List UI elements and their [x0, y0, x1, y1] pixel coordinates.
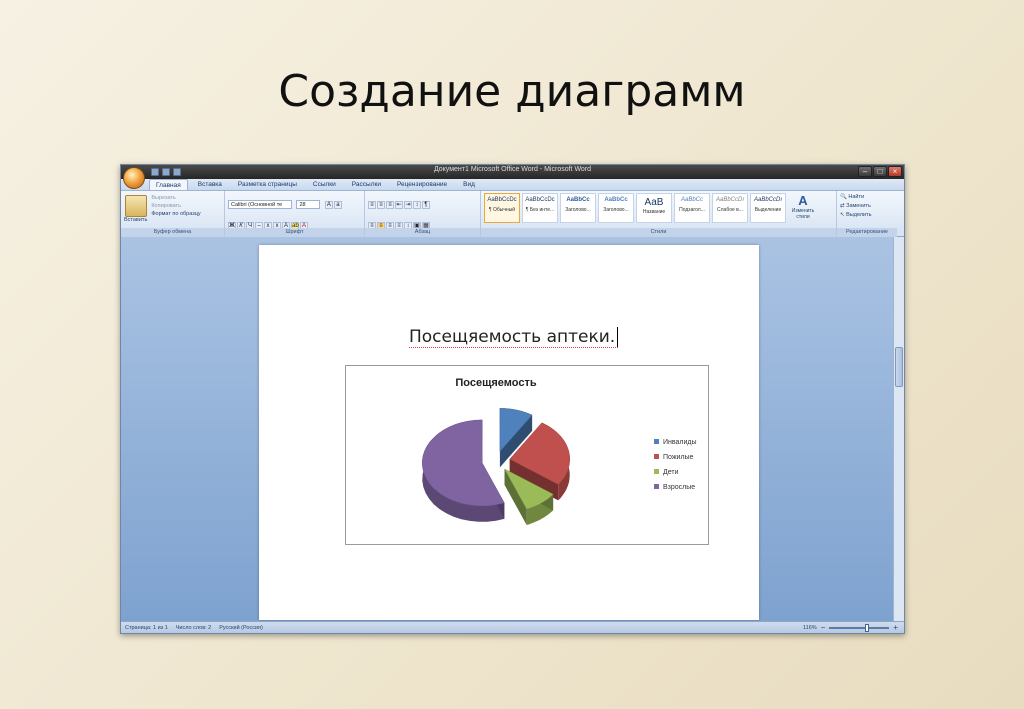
replace-button[interactable]: ⇄ Заменить: [840, 203, 894, 209]
pie-chart[interactable]: Посещяемость Инвалиды Пожилые Дети Взрослые: [345, 365, 709, 545]
style-heading-1[interactable]: AaBbCc Заголово...: [560, 193, 596, 223]
ribbon: Вставить Вырезать Копировать Формат по о…: [121, 191, 904, 237]
font-size-field[interactable]: 28: [296, 200, 321, 209]
zoom-slider[interactable]: [829, 623, 890, 632]
change-styles-icon: A: [798, 193, 808, 208]
chart-svg: Посещяемость Инвалиды Пожилые Дети Взрослые: [422, 377, 697, 525]
style-heading-2[interactable]: AaBbCc Заголово...: [598, 193, 634, 223]
tab-references[interactable]: Ссылки: [307, 179, 342, 190]
zoom-out-icon[interactable]: −: [821, 623, 826, 632]
ribbon-tabs: Главная Вставка Разметка страницы Ссылки…: [121, 179, 904, 191]
tab-mailings[interactable]: Рассылки: [346, 179, 387, 190]
tab-page-layout[interactable]: Разметка страницы: [232, 179, 303, 190]
zoom-control: 116% − +: [803, 623, 898, 632]
window-title: Документ1 Microsoft Office Word - Micros…: [433, 166, 592, 173]
grow-font-icon[interactable]: A: [324, 201, 333, 209]
style-subtle-emphasis[interactable]: AaBbCcDı Слабое в...: [712, 193, 748, 223]
style-subtitle[interactable]: AaBbCc Подзагол...: [674, 193, 710, 223]
legend-swatch-0: [654, 439, 659, 444]
tab-insert[interactable]: Вставка: [192, 179, 228, 190]
font-name-field[interactable]: Calibri (Основной те: [228, 200, 292, 209]
title-bar: Документ1 Microsoft Office Word - Micros…: [121, 165, 904, 179]
zoom-level[interactable]: 116%: [803, 625, 817, 631]
legend-label-3: Взрослые: [663, 484, 695, 491]
document-page[interactable]: Посещяемость аптеки. Посещяемость Инвалид…: [259, 245, 759, 620]
styles-group-label: Стили: [481, 228, 836, 237]
chart-title: Посещяемость: [455, 377, 536, 389]
style-emphasis[interactable]: AaBbCcDı Выделение: [750, 193, 786, 223]
minimize-button[interactable]: –: [858, 166, 872, 177]
format-painter-button[interactable]: Формат по образцу: [151, 211, 200, 217]
zoom-slider-knob[interactable]: [865, 623, 870, 632]
legend-label-1: Пожилые: [663, 454, 694, 461]
sort-icon[interactable]: ↕: [413, 201, 421, 209]
paste-icon[interactable]: [124, 195, 147, 217]
bullets-icon[interactable]: ≡: [368, 201, 376, 209]
style-no-spacing[interactable]: AaBbCcDc ¶ Без инте...: [522, 193, 558, 223]
status-bar: Страница: 1 из 1 Число слов: 2 Русский (…: [121, 621, 904, 633]
legend-swatch-2: [654, 469, 659, 474]
find-button[interactable]: 🔍 Найти: [840, 194, 894, 200]
legend-label-2: Дети: [663, 469, 679, 476]
multilevel-list-icon[interactable]: ≡: [386, 201, 394, 209]
zoom-in-icon[interactable]: +: [893, 623, 898, 632]
legend-swatch-1: [654, 454, 659, 459]
copy-button[interactable]: Копировать: [151, 203, 200, 209]
office-button[interactable]: [123, 167, 145, 189]
paste-button[interactable]: Вставить: [124, 217, 147, 223]
vertical-scrollbar[interactable]: [893, 237, 904, 622]
clipboard-group-label: Буфер обмена: [121, 228, 224, 237]
document-heading[interactable]: Посещяемость аптеки.: [409, 327, 619, 348]
slide-title: Создание диаграмм: [278, 66, 746, 117]
legend-swatch-3: [654, 484, 659, 489]
editing-group: 🔍 Найти ⇄ Заменить ↖ Выделить Редактиров…: [837, 191, 897, 237]
styles-group: AaBbCcDc ¶ Обычный AaBbCcDc ¶ Без инте... …: [481, 191, 837, 237]
cut-button[interactable]: Вырезать: [151, 195, 200, 201]
status-page[interactable]: Страница: 1 из 1: [125, 625, 168, 631]
font-group-label: Шрифт: [225, 228, 364, 237]
text-cursor: [617, 327, 619, 347]
tab-review[interactable]: Рецензирование: [391, 179, 453, 190]
change-styles-button[interactable]: A Изменить стили: [788, 193, 818, 220]
tab-view[interactable]: Вид: [457, 179, 481, 190]
editing-group-label: Редактирование: [837, 228, 897, 237]
status-words[interactable]: Число слов: 2: [176, 625, 211, 631]
paragraph-group-label: Абзац: [365, 228, 480, 237]
maximize-button[interactable]: □: [873, 166, 887, 177]
word-window: Документ1 Microsoft Office Word - Micros…: [120, 164, 905, 634]
font-group: Calibri (Основной те 28 Aa Ж К Ч – x x Aab A Шр…: [225, 191, 365, 237]
tab-home[interactable]: Главная: [149, 179, 188, 190]
select-button[interactable]: ↖ Выделить: [840, 212, 894, 218]
pilcrow-icon[interactable]: ¶: [422, 201, 430, 209]
close-button[interactable]: ×: [888, 166, 902, 177]
increase-indent-icon[interactable]: ⇥: [404, 201, 412, 209]
paragraph-group: ≡ ≡ ≡ ⇤ ⇥ ↕ ¶ ≡ ≡ ≡ ≡ ↕ ▣ ▦ Абзац: [365, 191, 481, 237]
legend-label-0: Инвалиды: [663, 439, 697, 446]
style-title[interactable]: AaB Название: [636, 193, 672, 223]
status-language[interactable]: Русский (Россия): [219, 625, 263, 631]
clipboard-group: Вставить Вырезать Копировать Формат по о…: [121, 191, 225, 237]
style-normal[interactable]: AaBbCcDc ¶ Обычный: [484, 193, 520, 223]
shrink-font-icon[interactable]: a: [333, 201, 342, 209]
decrease-indent-icon[interactable]: ⇤: [395, 201, 403, 209]
scroll-thumb[interactable]: [895, 347, 903, 387]
numbering-icon[interactable]: ≡: [377, 201, 385, 209]
